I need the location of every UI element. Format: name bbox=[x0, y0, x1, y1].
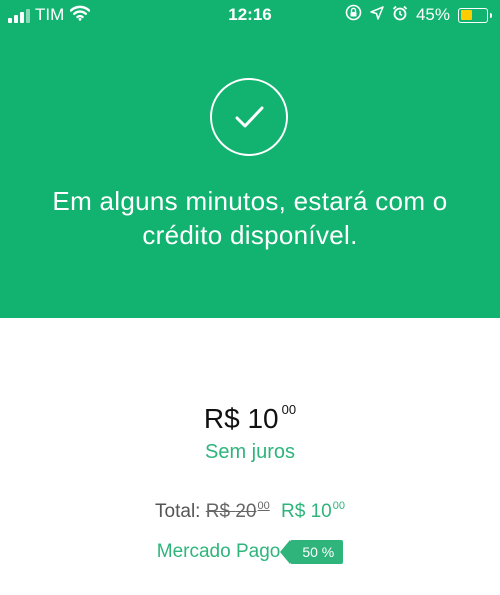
provider-label: Mercado Pago bbox=[156, 541, 281, 562]
total-line: Total: R$ 2000 R$ 1000 bbox=[0, 500, 500, 523]
check-circle-icon bbox=[210, 78, 288, 156]
old-price: R$ 2000 bbox=[205, 500, 270, 522]
interest-label: Sem juros bbox=[204, 441, 296, 463]
currency-symbol: R$ bbox=[203, 403, 240, 434]
battery-percent: 45% bbox=[415, 5, 450, 24]
success-header: TIM 12:16 45% Em alguns minutos, estará … bbox=[0, 0, 500, 318]
discount-row: Mercado Pago 50 % bbox=[0, 540, 500, 564]
amount-value: 10 bbox=[247, 403, 279, 434]
discount-badge: 50 % bbox=[280, 540, 344, 564]
new-price: R$ 1000 bbox=[280, 500, 345, 522]
alarm-icon bbox=[392, 5, 408, 26]
amount-cents: 00 bbox=[281, 402, 297, 417]
credit-amount: R$ 10 00 bbox=[0, 402, 500, 435]
success-message: Em alguns minutos, estará com o crédito … bbox=[52, 186, 448, 250]
battery-icon bbox=[458, 7, 492, 23]
status-bar: TIM 12:16 45% bbox=[0, 0, 500, 30]
location-icon bbox=[370, 5, 384, 25]
total-label: Total: bbox=[155, 501, 201, 522]
rotation-lock-icon bbox=[345, 4, 362, 26]
